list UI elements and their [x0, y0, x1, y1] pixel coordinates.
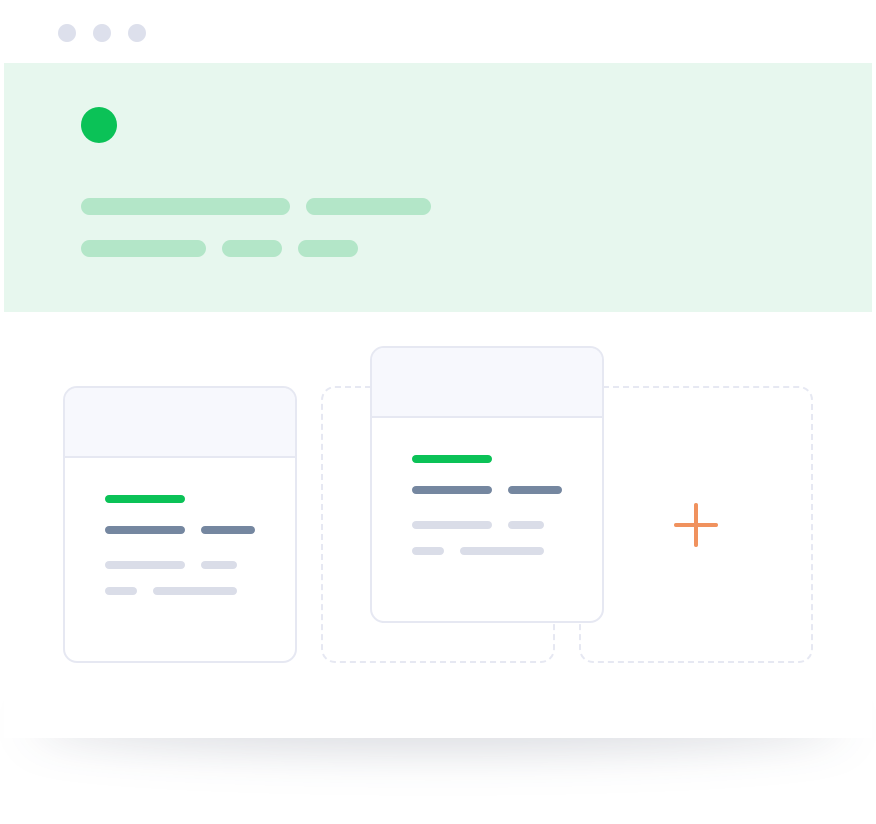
avatar [81, 107, 117, 143]
hero-text-placeholder [222, 240, 282, 257]
hero-banner [4, 63, 872, 312]
hero-text-placeholder [81, 198, 290, 215]
card-subtitle-placeholder [201, 526, 255, 534]
card-subtitle-placeholder [508, 486, 562, 494]
card-text-placeholder [153, 587, 237, 595]
plus-icon[interactable] [674, 503, 718, 547]
add-card-slot[interactable] [579, 386, 813, 663]
card-subtitle-placeholder [412, 486, 492, 494]
card-title-placeholder [412, 455, 492, 463]
card-header [65, 388, 295, 458]
card-text-placeholder [105, 587, 137, 595]
window-maximize-dot[interactable] [128, 24, 146, 42]
card-subtitle-placeholder [105, 526, 185, 534]
card-text-placeholder [508, 521, 544, 529]
hero-text-placeholder [298, 240, 358, 257]
window-minimize-dot[interactable] [93, 24, 111, 42]
card-title-placeholder [105, 495, 185, 503]
card-text-placeholder [201, 561, 237, 569]
card-text-placeholder [105, 561, 185, 569]
dragged-card[interactable] [370, 346, 604, 623]
hero-text-placeholder [306, 198, 431, 215]
card-text-placeholder [412, 521, 492, 529]
app-window [4, 0, 872, 738]
hero-text-placeholder [81, 240, 206, 257]
card-text-placeholder [460, 547, 544, 555]
card-text-placeholder [412, 547, 444, 555]
window-close-dot[interactable] [58, 24, 76, 42]
content-card[interactable] [63, 386, 297, 663]
card-header [372, 348, 602, 418]
